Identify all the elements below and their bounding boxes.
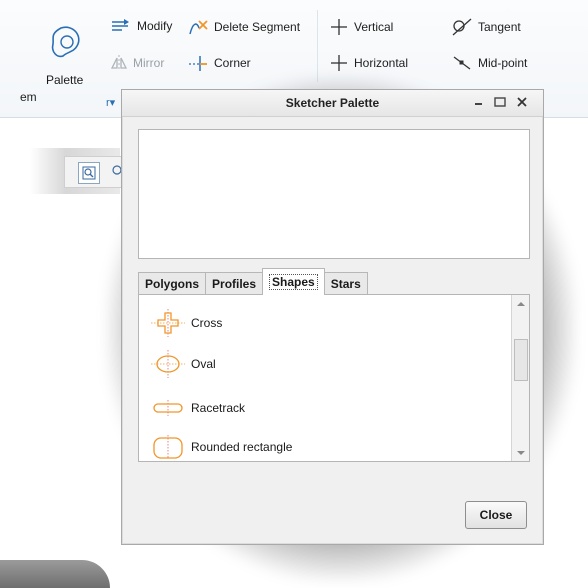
- corner-button[interactable]: Corner: [187, 54, 251, 72]
- tangent-constraint-button[interactable]: Tangent: [451, 18, 521, 36]
- tab-label: Polygons: [145, 277, 200, 291]
- racetrack-shape-icon: [153, 400, 183, 416]
- mirror-button[interactable]: Mirror: [110, 54, 164, 72]
- modify-button[interactable]: Modify: [110, 18, 172, 34]
- model-geometry: [0, 560, 110, 588]
- maximize-icon: [494, 97, 506, 107]
- palette-icon: [51, 26, 80, 58]
- maximize-button[interactable]: [493, 95, 507, 109]
- corner-label: Corner: [214, 56, 251, 70]
- zoom-to-fit-button[interactable]: [78, 162, 100, 184]
- shape-label: Cross: [191, 316, 223, 330]
- delete-segment-icon: [189, 20, 208, 35]
- close-icon: [517, 97, 527, 107]
- tab-label: Shapes: [269, 274, 318, 290]
- list-item-cross[interactable]: Cross: [151, 309, 222, 337]
- chevron-down-icon: [516, 450, 525, 455]
- close-window-button[interactable]: [515, 95, 529, 109]
- close-button[interactable]: Close: [465, 501, 527, 529]
- oval-shape-icon: [151, 350, 185, 378]
- shape-label: Racetrack: [191, 401, 246, 415]
- mid-point-constraint-button[interactable]: Mid-point: [451, 54, 527, 72]
- list-item-racetrack[interactable]: Racetrack: [151, 394, 245, 422]
- corner-icon: [189, 56, 207, 71]
- tab-shapes[interactable]: Shapes: [262, 268, 325, 295]
- dialog-title-bar[interactable]: Sketcher Palette: [122, 90, 543, 117]
- shape-preview-area: [138, 129, 530, 259]
- vertical-constraint-button[interactable]: Vertical: [329, 18, 393, 36]
- shape-label: Rounded rectangle: [191, 440, 293, 454]
- list-item-oval[interactable]: Oval: [151, 350, 216, 378]
- tab-label: Profiles: [212, 277, 257, 291]
- scroll-thumb[interactable]: [514, 339, 528, 381]
- delete-segment-button[interactable]: Delete Segment: [187, 18, 300, 36]
- tangent-label: Tangent: [478, 20, 521, 34]
- minimize-button[interactable]: [472, 95, 486, 109]
- palette-button[interactable]: Palette: [40, 20, 96, 96]
- tab-label: Stars: [330, 277, 361, 291]
- ribbon-divider: [317, 10, 318, 82]
- mid-point-icon: [453, 56, 471, 70]
- cross-shape-icon: [151, 309, 185, 337]
- modify-label: Modify: [137, 19, 173, 33]
- zoom-icon: [82, 166, 96, 180]
- shapes-list: Cross Oval Racetrack Rounded rectangle: [138, 294, 530, 462]
- mirror-icon: [110, 55, 128, 71]
- horizontal-label: Horizontal: [354, 56, 409, 70]
- palette-tabs: Polygons Profiles Shapes Stars: [138, 268, 368, 295]
- tangent-icon: [452, 18, 472, 36]
- vertical-icon: [331, 19, 347, 35]
- tab-stars[interactable]: Stars: [323, 272, 368, 295]
- mirror-label: Mirror: [133, 56, 165, 70]
- shape-label: Oval: [191, 357, 216, 371]
- tab-profiles[interactable]: Profiles: [205, 272, 264, 295]
- modify-icon: [112, 19, 129, 31]
- sketcher-palette-dialog: Sketcher Palette Polygons Profiles Shape…: [121, 89, 544, 545]
- delete-segment-label: Delete Segment: [214, 20, 301, 34]
- tab-polygons[interactable]: Polygons: [138, 272, 207, 295]
- list-scrollbar[interactable]: [511, 295, 529, 461]
- list-item-rounded-rectangle[interactable]: Rounded rectangle: [151, 433, 292, 461]
- rounded-rectangle-shape-icon: [153, 435, 183, 459]
- scroll-up-button[interactable]: [512, 295, 529, 312]
- minimize-icon: [475, 103, 482, 105]
- group-label-truncated: em: [20, 90, 37, 104]
- horizontal-constraint-button[interactable]: Horizontal: [329, 54, 408, 72]
- mid-point-label: Mid-point: [478, 56, 528, 70]
- palette-label: Palette: [46, 73, 84, 87]
- horizontal-icon: [331, 55, 347, 71]
- chevron-up-icon: [516, 301, 525, 306]
- scroll-down-button[interactable]: [512, 444, 529, 461]
- vertical-label: Vertical: [354, 20, 394, 34]
